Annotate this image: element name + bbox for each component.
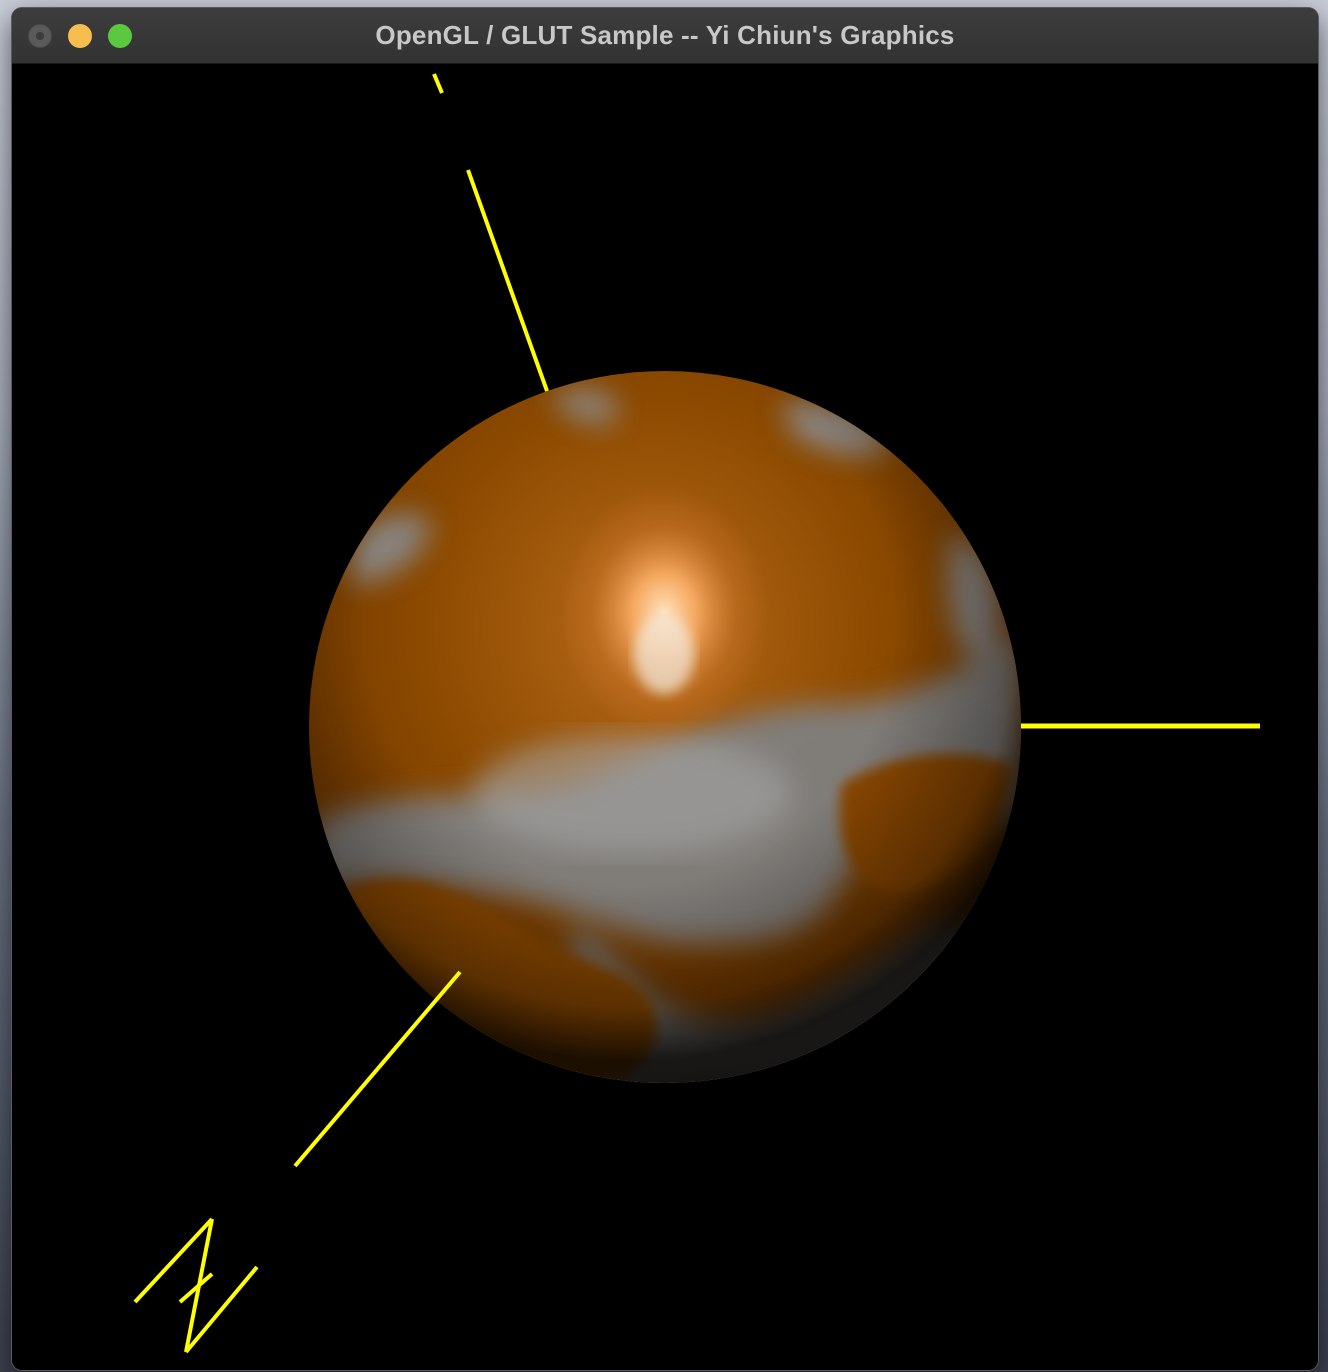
title-bar[interactable]: OpenGL / GLUT Sample -- Yi Chiun's Graph… (12, 8, 1318, 64)
textured-sphere (309, 371, 1021, 1083)
z-axis-label-icon (133, 1217, 259, 1354)
gl-canvas[interactable] (12, 64, 1318, 1370)
z-axis-line (293, 970, 462, 1168)
app-window[interactable]: OpenGL / GLUT Sample -- Yi Chiun's Graph… (12, 8, 1318, 1370)
y-axis-line (432, 73, 549, 392)
window-title: OpenGL / GLUT Sample -- Yi Chiun's Graph… (375, 20, 955, 50)
gl-viewport[interactable] (12, 64, 1318, 1370)
